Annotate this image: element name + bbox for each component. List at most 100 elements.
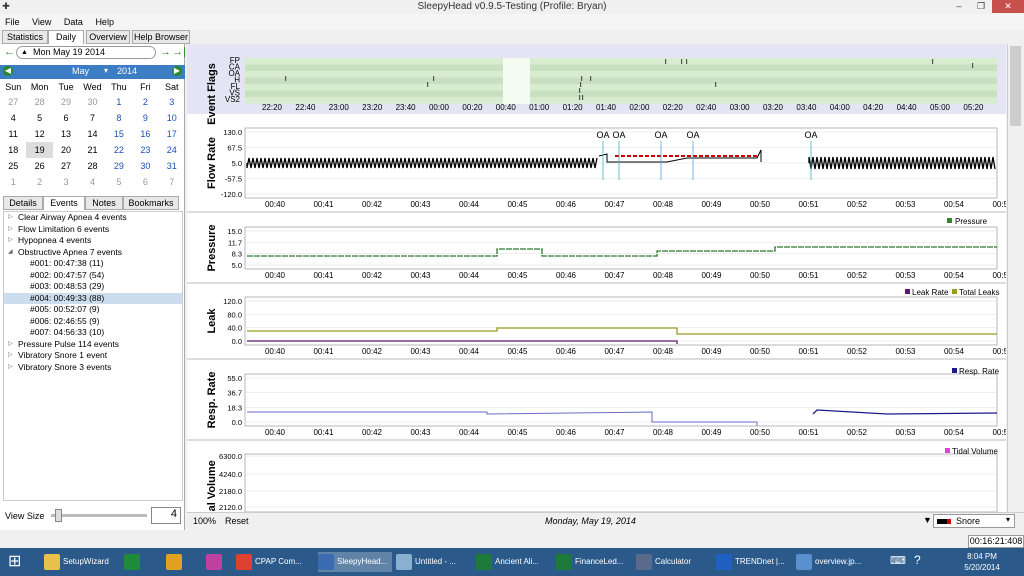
menu-help[interactable]: Help <box>90 14 119 30</box>
event-group[interactable]: Vibratory Snore 3 events ▷ <box>4 362 182 374</box>
calendar-day[interactable]: 6 <box>132 174 158 190</box>
taskbar-item[interactable] <box>166 552 196 572</box>
snore-dropdown-arrow-icon[interactable]: ▼ <box>923 515 932 525</box>
calendar-day[interactable]: 27 <box>53 158 79 174</box>
close-button[interactable]: ✕ <box>992 0 1024 13</box>
month-dropdown-icon[interactable]: ▾ <box>104 66 108 75</box>
menu-view[interactable]: View <box>27 14 56 30</box>
year-label[interactable]: 2014 <box>117 66 137 76</box>
calendar-day[interactable]: 10 <box>159 110 185 126</box>
calendar-day[interactable]: 15 <box>106 126 132 142</box>
calendar-day[interactable]: 1 <box>106 94 132 110</box>
event-entry[interactable]: #003: 00:48:53 (29) <box>4 281 182 293</box>
event-group[interactable]: Obstructive Apnea 7 events ◢ <box>4 247 182 259</box>
calendar-day[interactable]: 22 <box>106 142 132 158</box>
calendar-day[interactable]: 3 <box>159 94 185 110</box>
calendar-day[interactable]: 17 <box>159 126 185 142</box>
maximize-button[interactable]: ❐ <box>970 0 992 13</box>
minimize-button[interactable]: – <box>948 0 970 13</box>
calendar-day[interactable]: 2 <box>132 94 158 110</box>
calendar-day[interactable]: 3 <box>53 174 79 190</box>
tab-events[interactable]: Events <box>43 196 85 210</box>
prev-day-icon[interactable]: ← <box>4 46 15 58</box>
collapsed-arrow-icon[interactable]: ▷ <box>8 224 13 236</box>
tab-details[interactable]: Details <box>3 196 43 210</box>
collapsed-arrow-icon[interactable]: ▷ <box>8 212 13 224</box>
taskbar-item[interactable]: FinanceLed... <box>556 552 630 572</box>
taskbar-item[interactable] <box>206 552 236 572</box>
tab-statistics[interactable]: Statistics <box>2 30 48 44</box>
view-size-value[interactable]: 4 <box>151 507 181 524</box>
event-entry[interactable]: #004: 00:49:33 (88) <box>4 292 182 304</box>
tab-help-browser[interactable]: Help Browser <box>132 30 190 44</box>
calendar-day[interactable]: 18 <box>0 142 26 158</box>
menu-data[interactable]: Data <box>59 14 88 30</box>
help-icon[interactable]: ? <box>914 553 921 567</box>
calendar-day[interactable]: 29 <box>53 94 79 110</box>
reset-button[interactable]: Reset <box>225 516 249 526</box>
scrollbar-thumb[interactable] <box>1010 46 1021 126</box>
taskbar-item[interactable]: CPAP Com... <box>236 552 310 572</box>
calendar-day[interactable]: 1 <box>0 174 26 190</box>
event-group[interactable]: Pressure Pulse 114 events ▷ <box>4 339 182 351</box>
calendar-day[interactable]: 21 <box>79 142 105 158</box>
view-size-handle[interactable] <box>55 509 62 522</box>
collapsed-arrow-icon[interactable]: ▷ <box>8 235 13 247</box>
calendar-day[interactable]: 4 <box>79 174 105 190</box>
calendar-day[interactable]: 12 <box>26 126 52 142</box>
calendar-day[interactable]: 19 <box>26 142 53 158</box>
next-day-icon[interactable]: → <box>160 46 171 58</box>
month-label[interactable]: May <box>72 66 89 76</box>
event-entry[interactable]: #007: 04:56:33 (10) <box>4 327 182 339</box>
calendar-day[interactable]: 27 <box>0 94 26 110</box>
calendar-day[interactable]: 13 <box>53 126 79 142</box>
prev-month-icon[interactable]: ◀ <box>3 66 13 76</box>
tab-notes[interactable]: Notes <box>85 196 123 210</box>
calendar-day[interactable]: 5 <box>26 110 52 126</box>
tab-overview[interactable]: Overview <box>86 30 130 44</box>
next-month-icon[interactable]: ▶ <box>172 66 182 76</box>
calendar-toggle-icon[interactable]: ▲ <box>21 47 28 58</box>
event-entry[interactable]: #002: 00:47:57 (54) <box>4 270 182 282</box>
calendar-day[interactable]: 31 <box>159 158 185 174</box>
tab-bookmarks[interactable]: Bookmarks <box>123 196 179 210</box>
calendar-day[interactable]: 30 <box>132 158 158 174</box>
date-selector[interactable]: ▲ Mon May 19 2014 <box>16 46 156 59</box>
windows-start-icon[interactable]: ⊞ <box>8 552 30 572</box>
system-clock[interactable]: 8:04 PM 5/20/2014 <box>944 551 1020 573</box>
calendar-day[interactable]: 7 <box>79 110 105 126</box>
event-entry[interactable]: #005: 00:52:07 (9) <box>4 304 182 316</box>
calendar-day[interactable]: 28 <box>79 158 105 174</box>
calendar-day[interactable]: 7 <box>159 174 185 190</box>
snore-select[interactable]: Snore ▾ <box>933 514 1015 528</box>
calendar-day[interactable]: 16 <box>132 126 158 142</box>
calendar-day[interactable]: 30 <box>79 94 105 110</box>
taskbar-item[interactable]: TRENDnet |... <box>716 552 790 572</box>
event-group[interactable]: Clear Airway Apnea 4 events ▷ <box>4 212 182 224</box>
event-entry[interactable]: #006: 02:46:55 (9) <box>4 316 182 328</box>
calendar-day[interactable]: 5 <box>106 174 132 190</box>
tab-daily[interactable]: Daily <box>48 30 84 44</box>
calendar-day[interactable]: 25 <box>0 158 26 174</box>
calendar-day[interactable]: 29 <box>106 158 132 174</box>
last-day-icon[interactable]: →| <box>172 46 186 58</box>
taskbar-item[interactable]: Ancient Ali... <box>476 552 550 572</box>
collapsed-arrow-icon[interactable]: ▷ <box>8 339 13 351</box>
event-group[interactable]: Hypopnea 4 events ▷ <box>4 235 182 247</box>
taskbar-item[interactable]: SetupWizard <box>44 552 114 572</box>
calendar-day[interactable]: 11 <box>0 126 26 142</box>
calendar-day[interactable]: 2 <box>26 174 52 190</box>
calendar-day[interactable]: 9 <box>132 110 158 126</box>
calendar-day[interactable]: 20 <box>53 142 79 158</box>
calendar-day[interactable]: 6 <box>53 110 79 126</box>
calendar-day[interactable]: 23 <box>132 142 158 158</box>
taskbar-item[interactable]: Calculator <box>636 552 710 572</box>
calendar-day[interactable]: 8 <box>106 110 132 126</box>
menu-file[interactable]: File <box>0 14 25 30</box>
expanded-arrow-icon[interactable]: ◢ <box>8 247 13 259</box>
calendar-day[interactable]: 26 <box>26 158 52 174</box>
event-group[interactable]: Flow Limitation 6 events ▷ <box>4 224 182 236</box>
calendar-day[interactable]: 14 <box>79 126 105 142</box>
graph-scrollbar[interactable] <box>1007 44 1024 512</box>
collapsed-arrow-icon[interactable]: ▷ <box>8 362 13 374</box>
